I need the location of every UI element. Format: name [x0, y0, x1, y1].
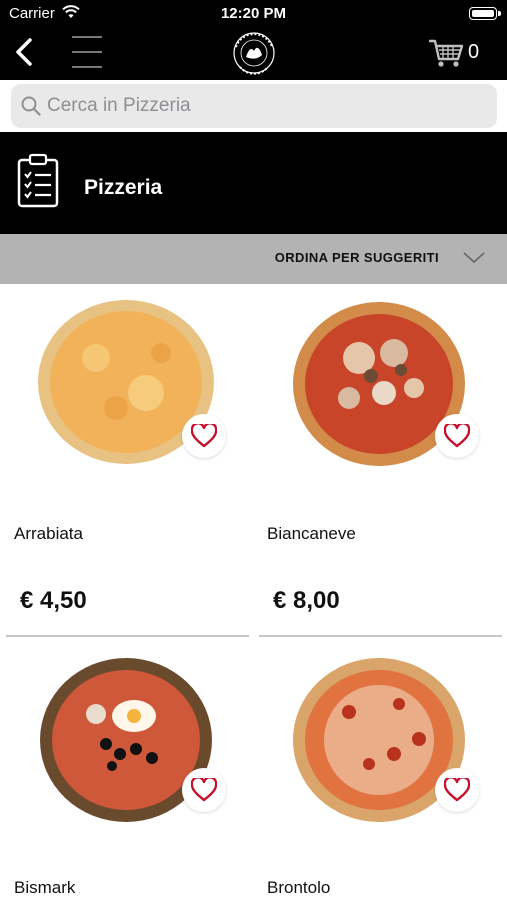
heart-icon — [444, 778, 470, 802]
product-name[interactable]: Arrabiata — [14, 524, 83, 544]
card-divider — [6, 635, 249, 637]
clock: 12:20 PM — [220, 5, 287, 22]
app-header: Carrier 12:20 PM 0 — [0, 0, 507, 80]
favorite-button[interactable] — [182, 768, 226, 812]
menu-button[interactable] — [70, 34, 104, 70]
product-name[interactable]: Bismark — [14, 878, 75, 898]
heart-icon — [191, 424, 217, 448]
product-card[interactable]: Biancaneve € 8,00 — [259, 284, 502, 640]
category-title: Pizzeria — [84, 176, 163, 199]
product-card[interactable]: Arrabiata € 4,50 — [6, 284, 249, 640]
status-bar: Carrier 12:20 PM — [0, 0, 507, 28]
product-price: € 8,00 — [273, 587, 340, 614]
product-card[interactable]: Bismark — [6, 640, 249, 900]
battery-icon — [469, 7, 501, 20]
back-button[interactable] — [10, 36, 40, 68]
cart-count[interactable]: 0 — [468, 41, 479, 64]
favorite-button[interactable] — [182, 414, 226, 458]
heart-icon — [191, 778, 217, 802]
product-name[interactable]: Biancaneve — [267, 524, 356, 544]
chevron-down-icon[interactable] — [463, 251, 485, 265]
cart-icon[interactable] — [428, 37, 464, 69]
search-area — [0, 80, 507, 132]
favorite-button[interactable] — [435, 414, 479, 458]
favorite-button[interactable] — [435, 768, 479, 812]
sort-label[interactable]: ORDINA PER SUGGERITI — [275, 250, 439, 265]
restaurant-logo — [233, 32, 275, 75]
heart-icon — [444, 424, 470, 448]
card-divider — [259, 635, 502, 637]
search-input[interactable] — [47, 84, 487, 128]
category-banner: Pizzeria — [0, 132, 507, 234]
product-price: € 4,50 — [20, 587, 87, 614]
sort-bar[interactable]: ORDINA PER SUGGERITI — [0, 234, 507, 284]
product-card[interactable]: Brontolo — [259, 640, 502, 900]
search-box[interactable] — [11, 84, 497, 128]
search-icon — [21, 96, 41, 116]
product-name[interactable]: Brontolo — [267, 878, 330, 898]
clipboard-list-icon — [17, 153, 59, 208]
